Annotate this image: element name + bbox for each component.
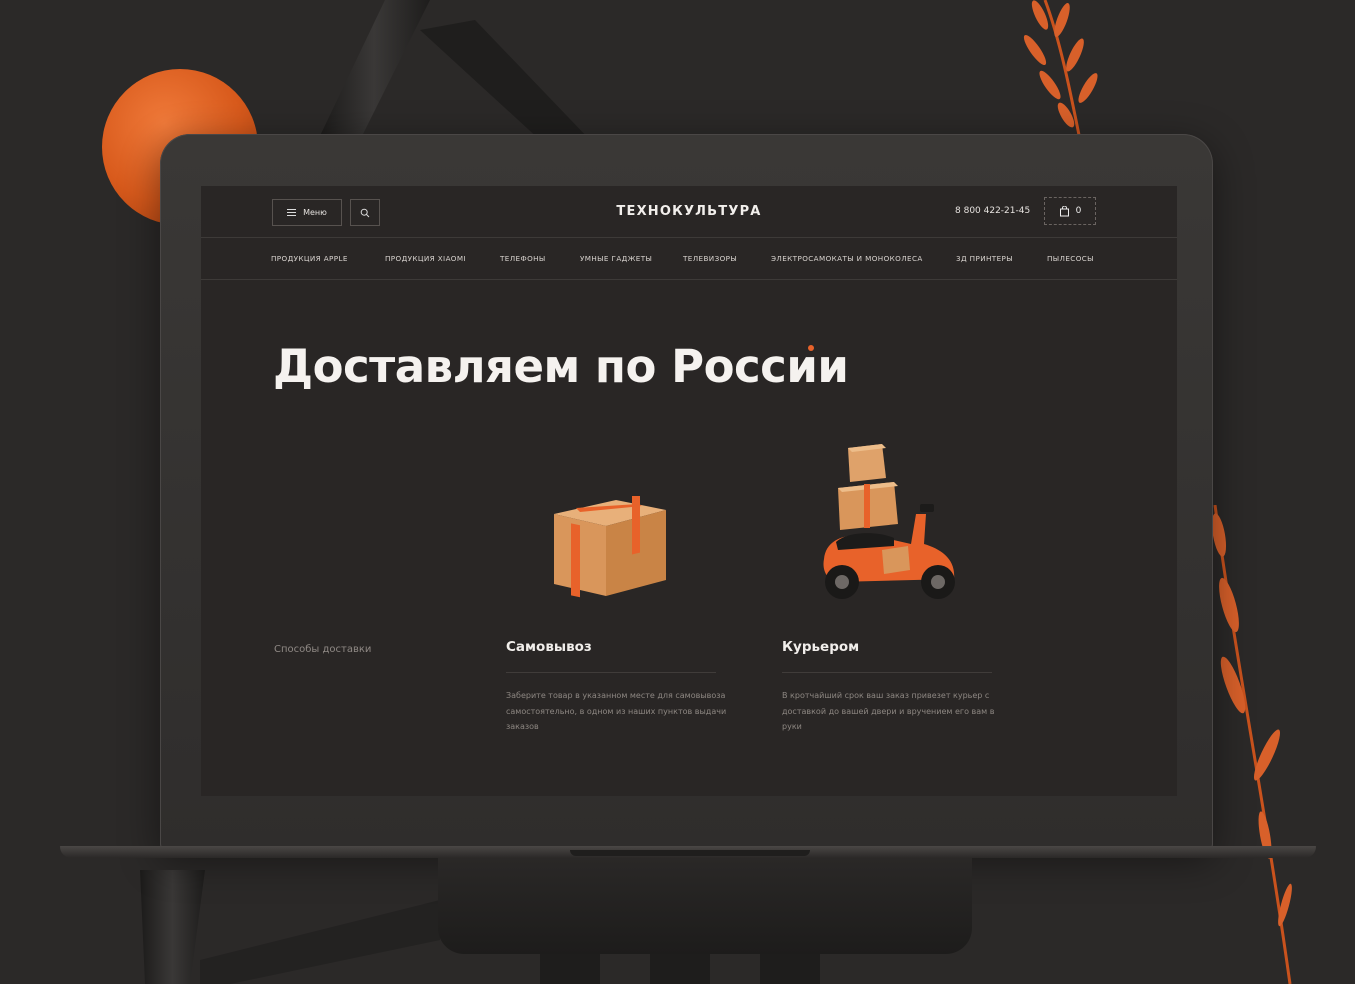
- cart-button[interactable]: 0: [1044, 197, 1096, 225]
- courier-description: В кротчайший срок ваш заказ привезет кур…: [782, 691, 995, 731]
- nav-item-apple[interactable]: ПРОДУКЦИЯ APPLE: [271, 254, 348, 263]
- courier-title: Курьером: [782, 639, 860, 655]
- pickup-title: Самовывоз: [506, 639, 592, 655]
- phone-number[interactable]: 8 800 422-21-45: [955, 206, 1030, 216]
- stand-leg: [650, 954, 710, 984]
- leaf-decor-top: [1023, 0, 1098, 140]
- nav-item-gadgets[interactable]: УМНЫЕ ГАДЖЕТЫ: [580, 254, 652, 263]
- site-header: Меню ТЕХНОКУЛЬТУРА 8 800 422-21-45 0: [201, 186, 1177, 238]
- leaf-decor-right: [1211, 505, 1292, 984]
- menu-label: Меню: [303, 208, 327, 217]
- nav-item-vacuums[interactable]: ПЫЛЕСОСЫ: [1047, 254, 1094, 263]
- category-nav: ПРОДУКЦИЯ APPLE ПРОДУКЦИЯ XIAOMI ТЕЛЕФОН…: [201, 239, 1177, 280]
- site-logo[interactable]: ТЕХНОКУЛЬТУРА: [581, 204, 797, 219]
- laptop-stand: [438, 858, 972, 954]
- pickup-divider: [506, 672, 716, 673]
- stand-leg: [540, 954, 600, 984]
- search-icon: [360, 208, 370, 217]
- nav-item-scooters[interactable]: ЭЛЕКТРОСАМОКАТЫ И МОНОКОЛЕСА: [771, 254, 923, 263]
- cardboard-box-illustration: [554, 496, 666, 598]
- accent-dot: [808, 345, 814, 351]
- page-title: Доставляем по России: [273, 340, 849, 393]
- shopping-bag-icon: [1059, 205, 1069, 216]
- cart-count: 0: [1075, 206, 1082, 216]
- scooter-courier-illustration: [823, 444, 955, 599]
- courier-divider: [782, 672, 992, 673]
- website-screen: Меню ТЕХНОКУЛЬТУРА 8 800 422-21-45 0 ПРО…: [201, 186, 1177, 796]
- search-button[interactable]: [350, 199, 380, 226]
- nav-item-phones[interactable]: ТЕЛЕФОНЫ: [500, 254, 546, 263]
- delivery-methods-label: Способы доставки: [274, 644, 372, 655]
- pickup-description: Заберите товар в указанном месте для сам…: [506, 691, 727, 731]
- nav-item-3d-printers[interactable]: 3Д ПРИНТЕРЫ: [956, 254, 1013, 263]
- menu-button[interactable]: Меню: [272, 199, 342, 226]
- hamburger-icon: [287, 209, 297, 216]
- nav-item-tvs[interactable]: ТЕЛЕВИЗОРЫ: [683, 254, 737, 263]
- nav-item-xiaomi[interactable]: ПРОДУКЦИЯ XIAOMI: [385, 254, 466, 263]
- stand-leg: [760, 954, 820, 984]
- laptop-notch: [570, 850, 810, 856]
